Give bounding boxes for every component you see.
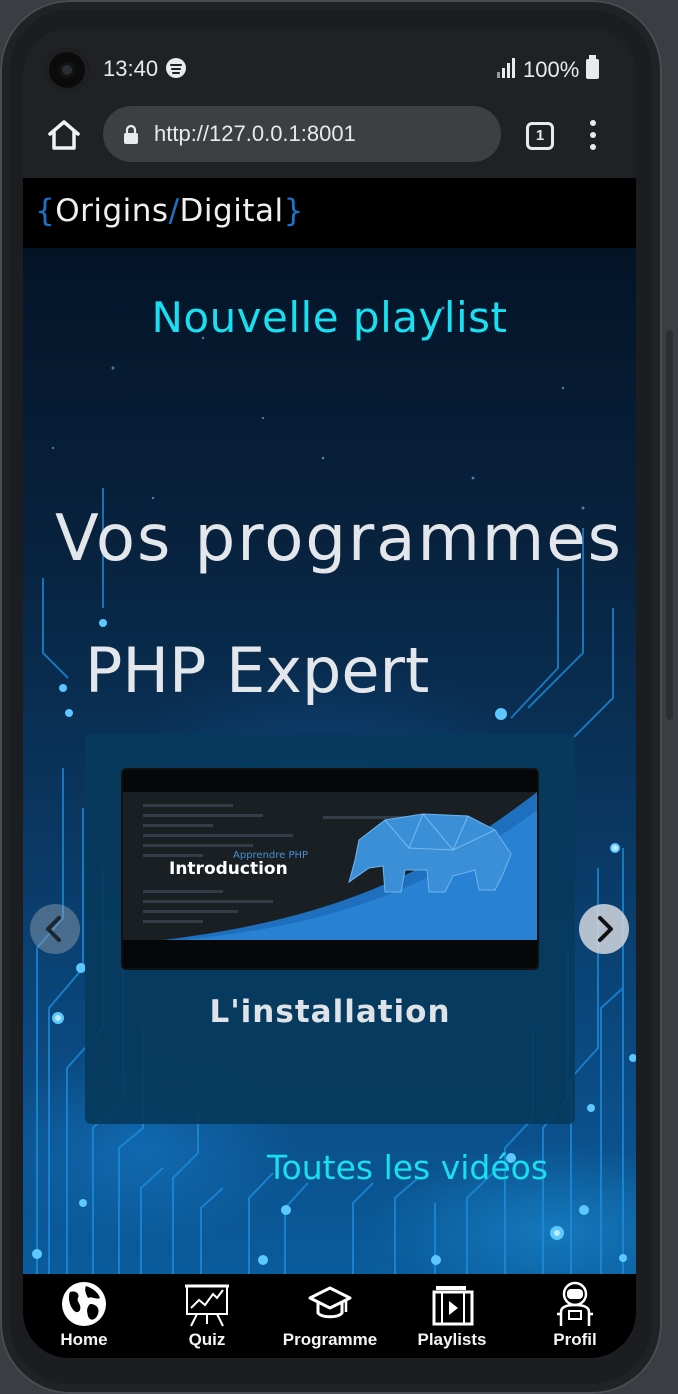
camera-cutout [45,48,89,92]
bottom-nav: Home Quiz Programme Playlists Profil [23,1274,636,1358]
video-playlist-icon [432,1286,474,1326]
nav-label-profil: Profil [553,1330,597,1349]
screen: 13:40 100% http://127.0.0.1:8001 1 {Orig… [23,28,636,1358]
battery-percentage: 100% [523,57,580,82]
lock-icon [124,124,138,144]
nav-item-profil[interactable]: Profil [515,1280,635,1354]
nav-item-programme[interactable]: Programme [270,1280,390,1354]
main-content: Nouvelle playlist Vos programmes PHP Exp… [23,248,636,1274]
site-header: {Origins/Digital} [23,178,636,248]
battery-icon [586,55,599,79]
spotify-icon [166,58,186,78]
carousel-next-button[interactable] [579,904,629,954]
status-bar: 13:40 100% [23,28,636,108]
video-card[interactable]: Apprendre PHP Introduction L'installatio… [85,734,575,1124]
tabs-icon[interactable]: 1 [526,122,554,150]
video-thumbnail[interactable]: Apprendre PHP Introduction [121,768,539,970]
nav-label-quiz: Quiz [188,1330,226,1349]
carousel-prev-button[interactable] [30,904,80,954]
presentation-chart-icon [185,1284,229,1327]
logo-origins: Origins [55,193,169,229]
logo-brace-open: { [35,193,56,229]
video-title[interactable]: L'installation [85,994,575,1030]
nav-item-playlists[interactable]: Playlists [392,1280,512,1354]
graduation-cap-icon [308,1286,352,1319]
browser-toolbar: http://127.0.0.1:8001 1 [23,106,636,178]
signal-icon [497,58,519,78]
logo-slash: / [168,193,180,229]
url-text[interactable]: http://127.0.0.1:8001 [154,121,356,147]
all-videos-link[interactable]: Toutes les vidéos [267,1148,548,1187]
phone-side-button [666,330,673,720]
url-bar[interactable]: http://127.0.0.1:8001 [103,106,501,162]
chevron-right-icon [598,916,613,942]
status-time: 13:40 [103,56,159,81]
nav-label-home: Home [60,1330,108,1349]
site-logo[interactable]: {Origins/Digital} [35,193,304,229]
home-icon[interactable] [47,118,81,152]
nav-label-playlists: Playlists [417,1330,487,1349]
logo-digital: Digital [179,193,284,229]
thumbnail-art: Apprendre PHP Introduction [123,770,537,968]
playlist-title: PHP Expert [85,634,430,707]
new-playlist-link[interactable]: Nouvelle playlist [23,293,636,342]
menu-icon[interactable] [589,120,597,150]
thumbnail-title: Introduction [169,859,288,879]
nav-label-programme: Programme [282,1330,378,1349]
nav-item-home[interactable]: Home [24,1280,144,1354]
globe-icon [62,1282,106,1326]
logo-brace-close: } [283,193,304,229]
section-title: Vos programmes [55,502,623,576]
astronaut-icon [557,1281,593,1326]
chevron-left-icon [46,916,61,942]
nav-item-quiz[interactable]: Quiz [147,1280,267,1354]
